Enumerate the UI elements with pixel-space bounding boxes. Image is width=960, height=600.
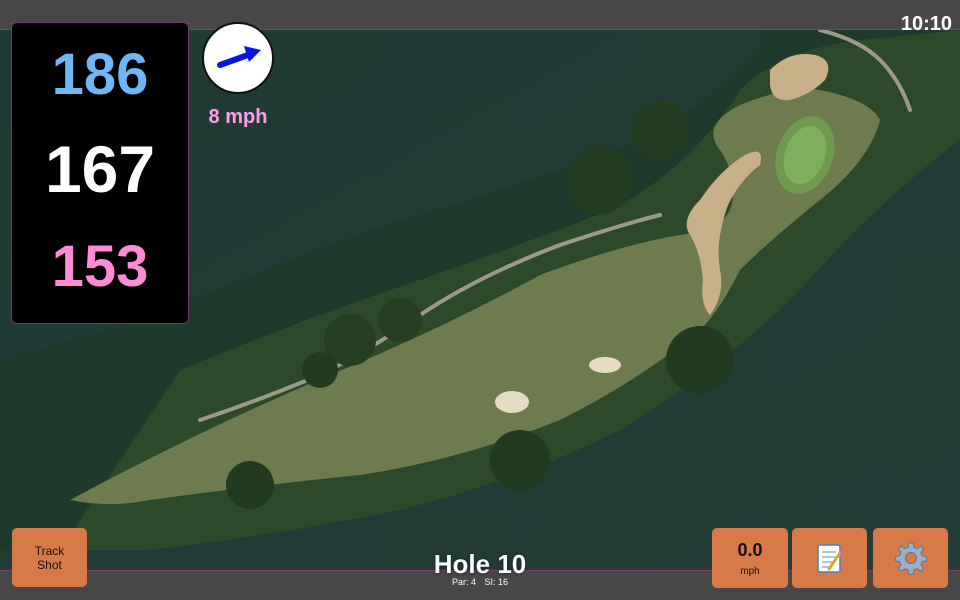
hole-par: Par: 4 [451,577,476,587]
track-shot-button[interactable]: Track Shot [12,528,87,587]
wind-direction-indicator [202,22,274,94]
speed-unit: mph [740,565,760,577]
wind-arrow-icon [217,46,261,68]
scorecard-notes-button[interactable] [792,528,867,588]
middle-of-green-distance: 167 [44,132,156,206]
back-of-green-distance: 186 [51,42,149,107]
track-shot-label-line1: Track [34,543,65,558]
speed-button[interactable]: 0.0 mph [712,528,788,588]
track-shot-label-line2: Shot [37,557,62,572]
hole-stroke-index: SI: 16 [484,577,509,587]
distance-panel: 186 167 153 [11,22,189,324]
clock: 10:10 [900,13,952,35]
hole-title: Hole 10 [433,549,527,579]
wind-speed-label: 8 mph [208,106,268,128]
gear-icon [894,542,927,575]
front-of-green-distance: 153 [51,234,149,299]
settings-button[interactable] [873,528,948,588]
notepad-icon [816,544,844,573]
speed-value: 0.0 [737,539,763,560]
hole-info: Par: 4 SI: 16 [400,577,560,587]
